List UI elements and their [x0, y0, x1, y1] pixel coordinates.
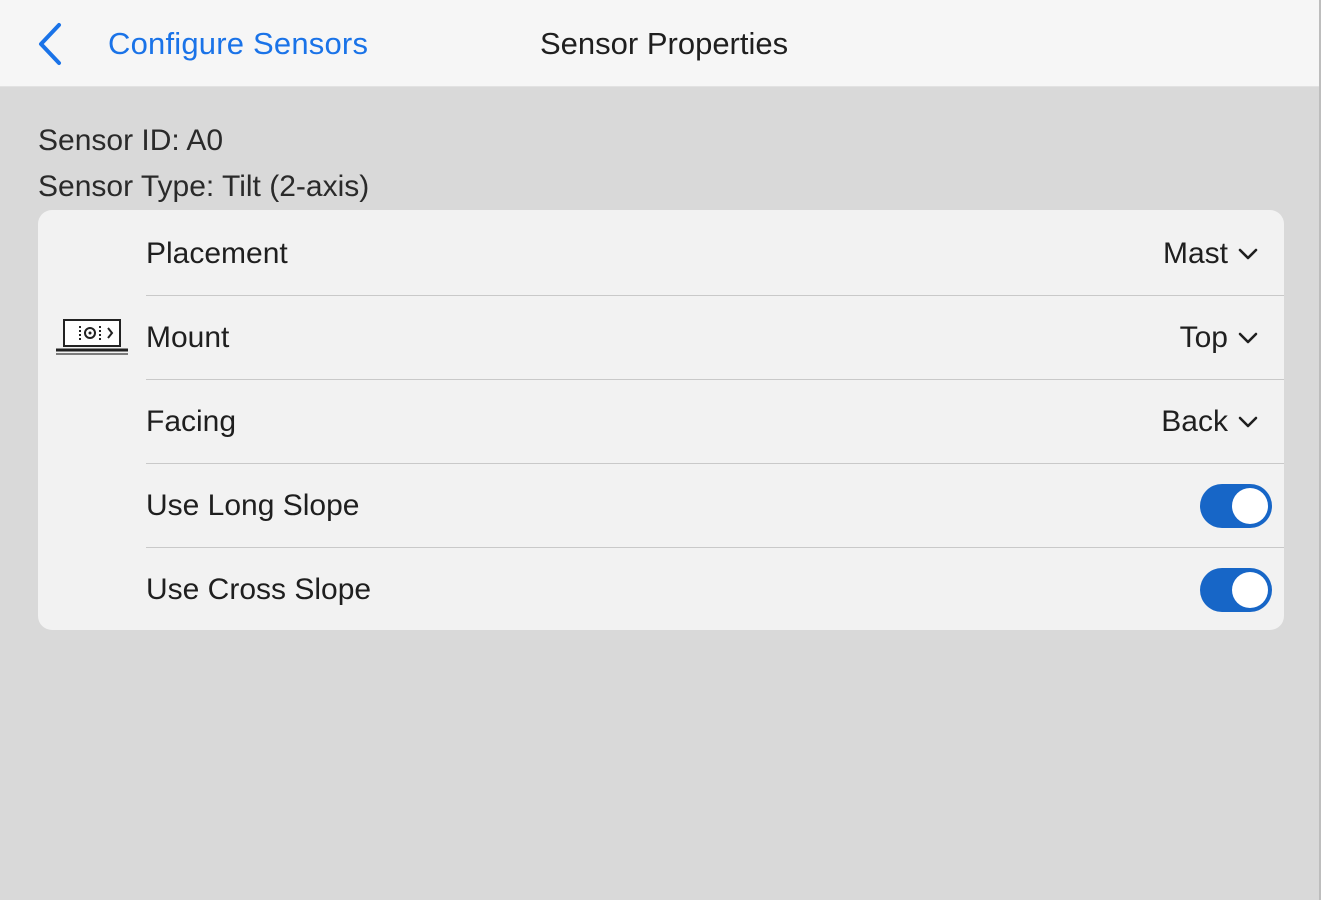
mount-dropdown[interactable]: Top [1180, 321, 1258, 355]
use-cross-slope-toggle[interactable] [1200, 568, 1272, 612]
facing-value: Back [1161, 405, 1228, 438]
facing-label: Facing [146, 405, 237, 438]
chevron-left-icon [30, 14, 70, 74]
tilt-sensor-icon [54, 316, 130, 358]
facing-dropdown[interactable]: Back [1161, 405, 1258, 439]
use-cross-slope-row: Use Cross Slope [146, 548, 1284, 632]
mount-value: Top [1179, 321, 1228, 354]
chevron-down-icon [1238, 415, 1258, 429]
use-long-slope-label: Use Long Slope [146, 489, 360, 522]
sensor-type: Sensor Type: Tilt (2-axis) [38, 170, 370, 203]
page-title: Sensor Properties [540, 26, 789, 61]
use-long-slope-toggle[interactable] [1200, 484, 1272, 528]
placement-value: Mast [1162, 237, 1228, 270]
sensor-properties-card: Placement Mast Mount Top Facing Back Use… [38, 210, 1284, 630]
mount-row: Mount Top [146, 296, 1284, 380]
back-button-label: Configure Sensors [108, 26, 369, 61]
placement-dropdown[interactable]: Mast [1163, 237, 1258, 271]
facing-row: Facing Back [146, 380, 1284, 464]
mount-label: Mount [146, 321, 230, 354]
navigation-bar: Configure Sensors Sensor Properties [0, 0, 1319, 87]
sensor-id: Sensor ID: A0 [38, 124, 224, 157]
placement-row: Placement Mast [146, 212, 1284, 296]
back-button[interactable]: Configure Sensors [30, 14, 368, 74]
chevron-down-icon [1238, 247, 1258, 261]
toggle-knob [1232, 488, 1268, 524]
chevron-down-icon [1238, 331, 1258, 345]
use-cross-slope-label: Use Cross Slope [146, 573, 372, 606]
use-long-slope-row: Use Long Slope [146, 464, 1284, 548]
placement-label: Placement [146, 237, 288, 270]
toggle-knob [1232, 572, 1268, 608]
